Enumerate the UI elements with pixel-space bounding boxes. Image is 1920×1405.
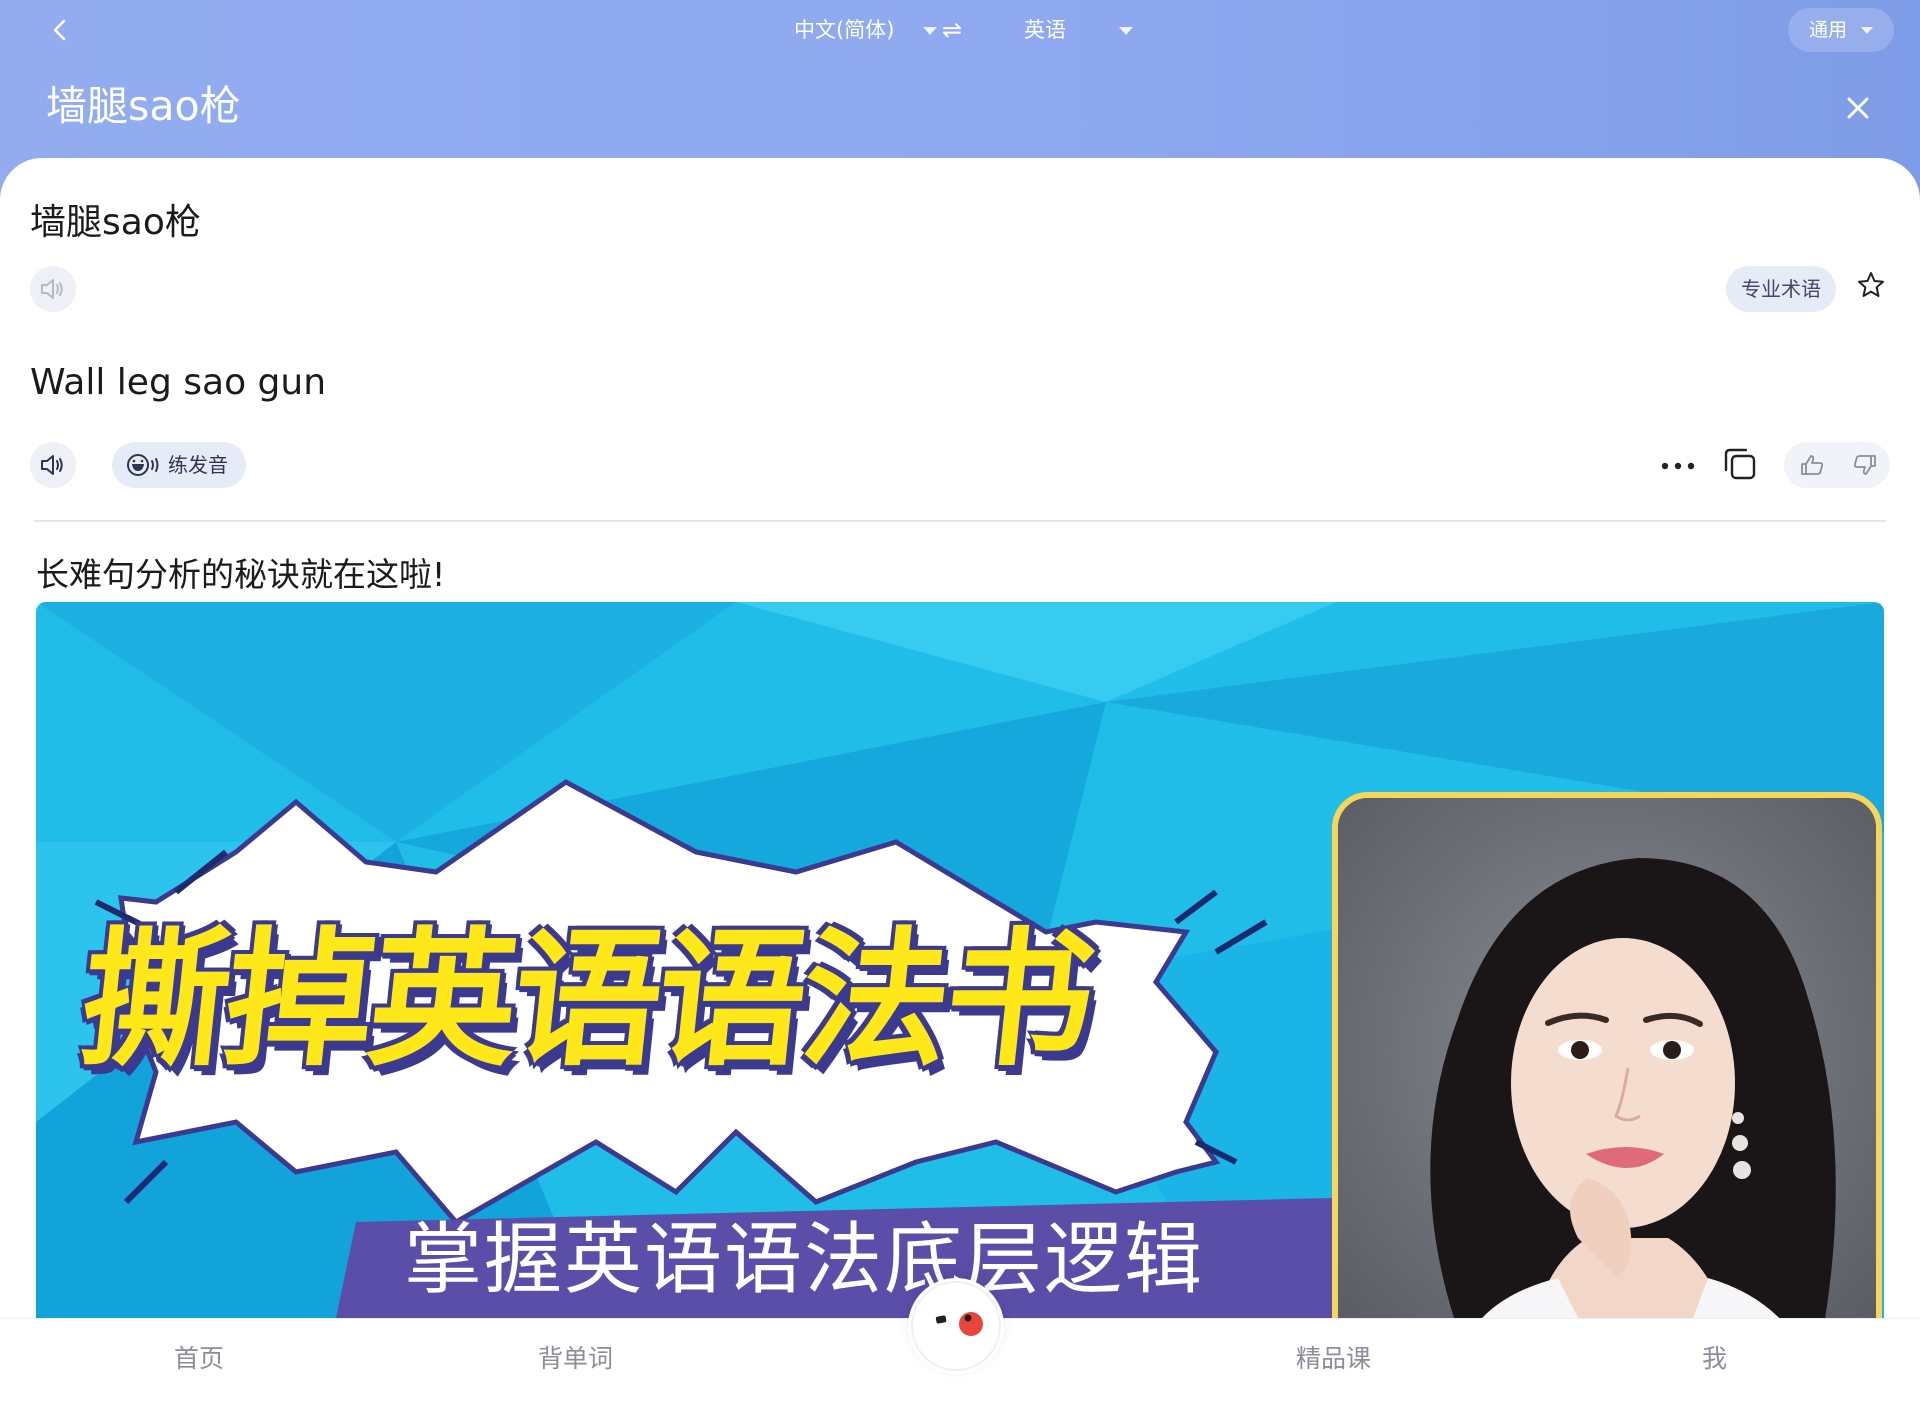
ad-photo [1332, 792, 1882, 1318]
source-language-selector[interactable]: 中文(简体) [794, 12, 938, 48]
mascot-button[interactable] [908, 1278, 1004, 1374]
thumbs-up-button[interactable] [1784, 442, 1837, 488]
swap-languages-button[interactable]: ⇌ [942, 16, 962, 44]
practice-pronunciation-button[interactable]: 练发音 [112, 442, 246, 488]
tab-home[interactable]: 首页 [174, 1341, 224, 1377]
thumbs-down-icon [1853, 455, 1876, 475]
feedback-group [1784, 442, 1890, 488]
close-icon[interactable] [1838, 88, 1878, 128]
star-icon[interactable] [1856, 270, 1886, 300]
pronunciation-icon [127, 454, 159, 476]
translation-speaker-button[interactable] [30, 442, 76, 488]
practice-label: 练发音 [168, 453, 228, 477]
thumbs-up-icon [1801, 455, 1824, 475]
query-title: 墙腿sao枪 [46, 82, 241, 130]
speaker-icon [41, 455, 63, 475]
source-language-label: 中文(简体) [794, 18, 895, 42]
back-icon [53, 19, 66, 41]
tab-me-label: 我 [1702, 1344, 1728, 1373]
ad-banner[interactable]: 撕掉英语语法书 掌握英语语法底层逻辑 [36, 602, 1884, 1318]
tab-home-label: 首页 [174, 1344, 225, 1373]
ad-headline: 撕掉英语语法书 [72, 914, 1100, 1086]
divider [34, 520, 1886, 522]
back-button[interactable] [36, 10, 84, 50]
caret-down-icon [1118, 27, 1133, 35]
tab-me[interactable]: 我 [1702, 1341, 1727, 1377]
portrait-image [1338, 798, 1876, 1318]
copy-icon[interactable] [1722, 446, 1758, 482]
domain-label: 通用 [1808, 19, 1847, 41]
caret-down-icon [1861, 27, 1874, 34]
term-chip[interactable]: 专业术语 [1726, 266, 1836, 312]
ad-caption: 长难句分析的秘诀就在这啦! [36, 555, 446, 594]
target-language-label: 英语 [1024, 18, 1066, 42]
thumbs-down-button[interactable] [1837, 442, 1890, 488]
source-speaker-button[interactable] [30, 266, 76, 312]
tab-vocabulary[interactable]: 背单词 [538, 1341, 613, 1377]
tab-courses-label: 精品课 [1296, 1344, 1372, 1373]
target-language-selector[interactable]: 英语 [1024, 12, 1133, 48]
ad-subheadline: 掌握英语语法底层逻辑 [404, 1215, 1205, 1305]
source-text: 墙腿sao枪 [30, 202, 201, 243]
speaker-icon [41, 279, 63, 299]
more-icon[interactable] [1660, 458, 1696, 474]
domain-selector[interactable]: 通用 [1788, 8, 1894, 52]
caret-down-icon [923, 27, 938, 35]
swap-icon: ⇌ [942, 16, 963, 44]
result-card: 墙腿sao枪 专业术语 Wall leg sao gun 练发音 长难句分析的秘… [0, 158, 1920, 1318]
translation-text: Wall leg sao gun [30, 362, 327, 403]
tab-courses[interactable]: 精品课 [1296, 1341, 1371, 1377]
tab-vocabulary-label: 背单词 [538, 1344, 614, 1373]
mascot-icon [911, 1281, 1001, 1371]
